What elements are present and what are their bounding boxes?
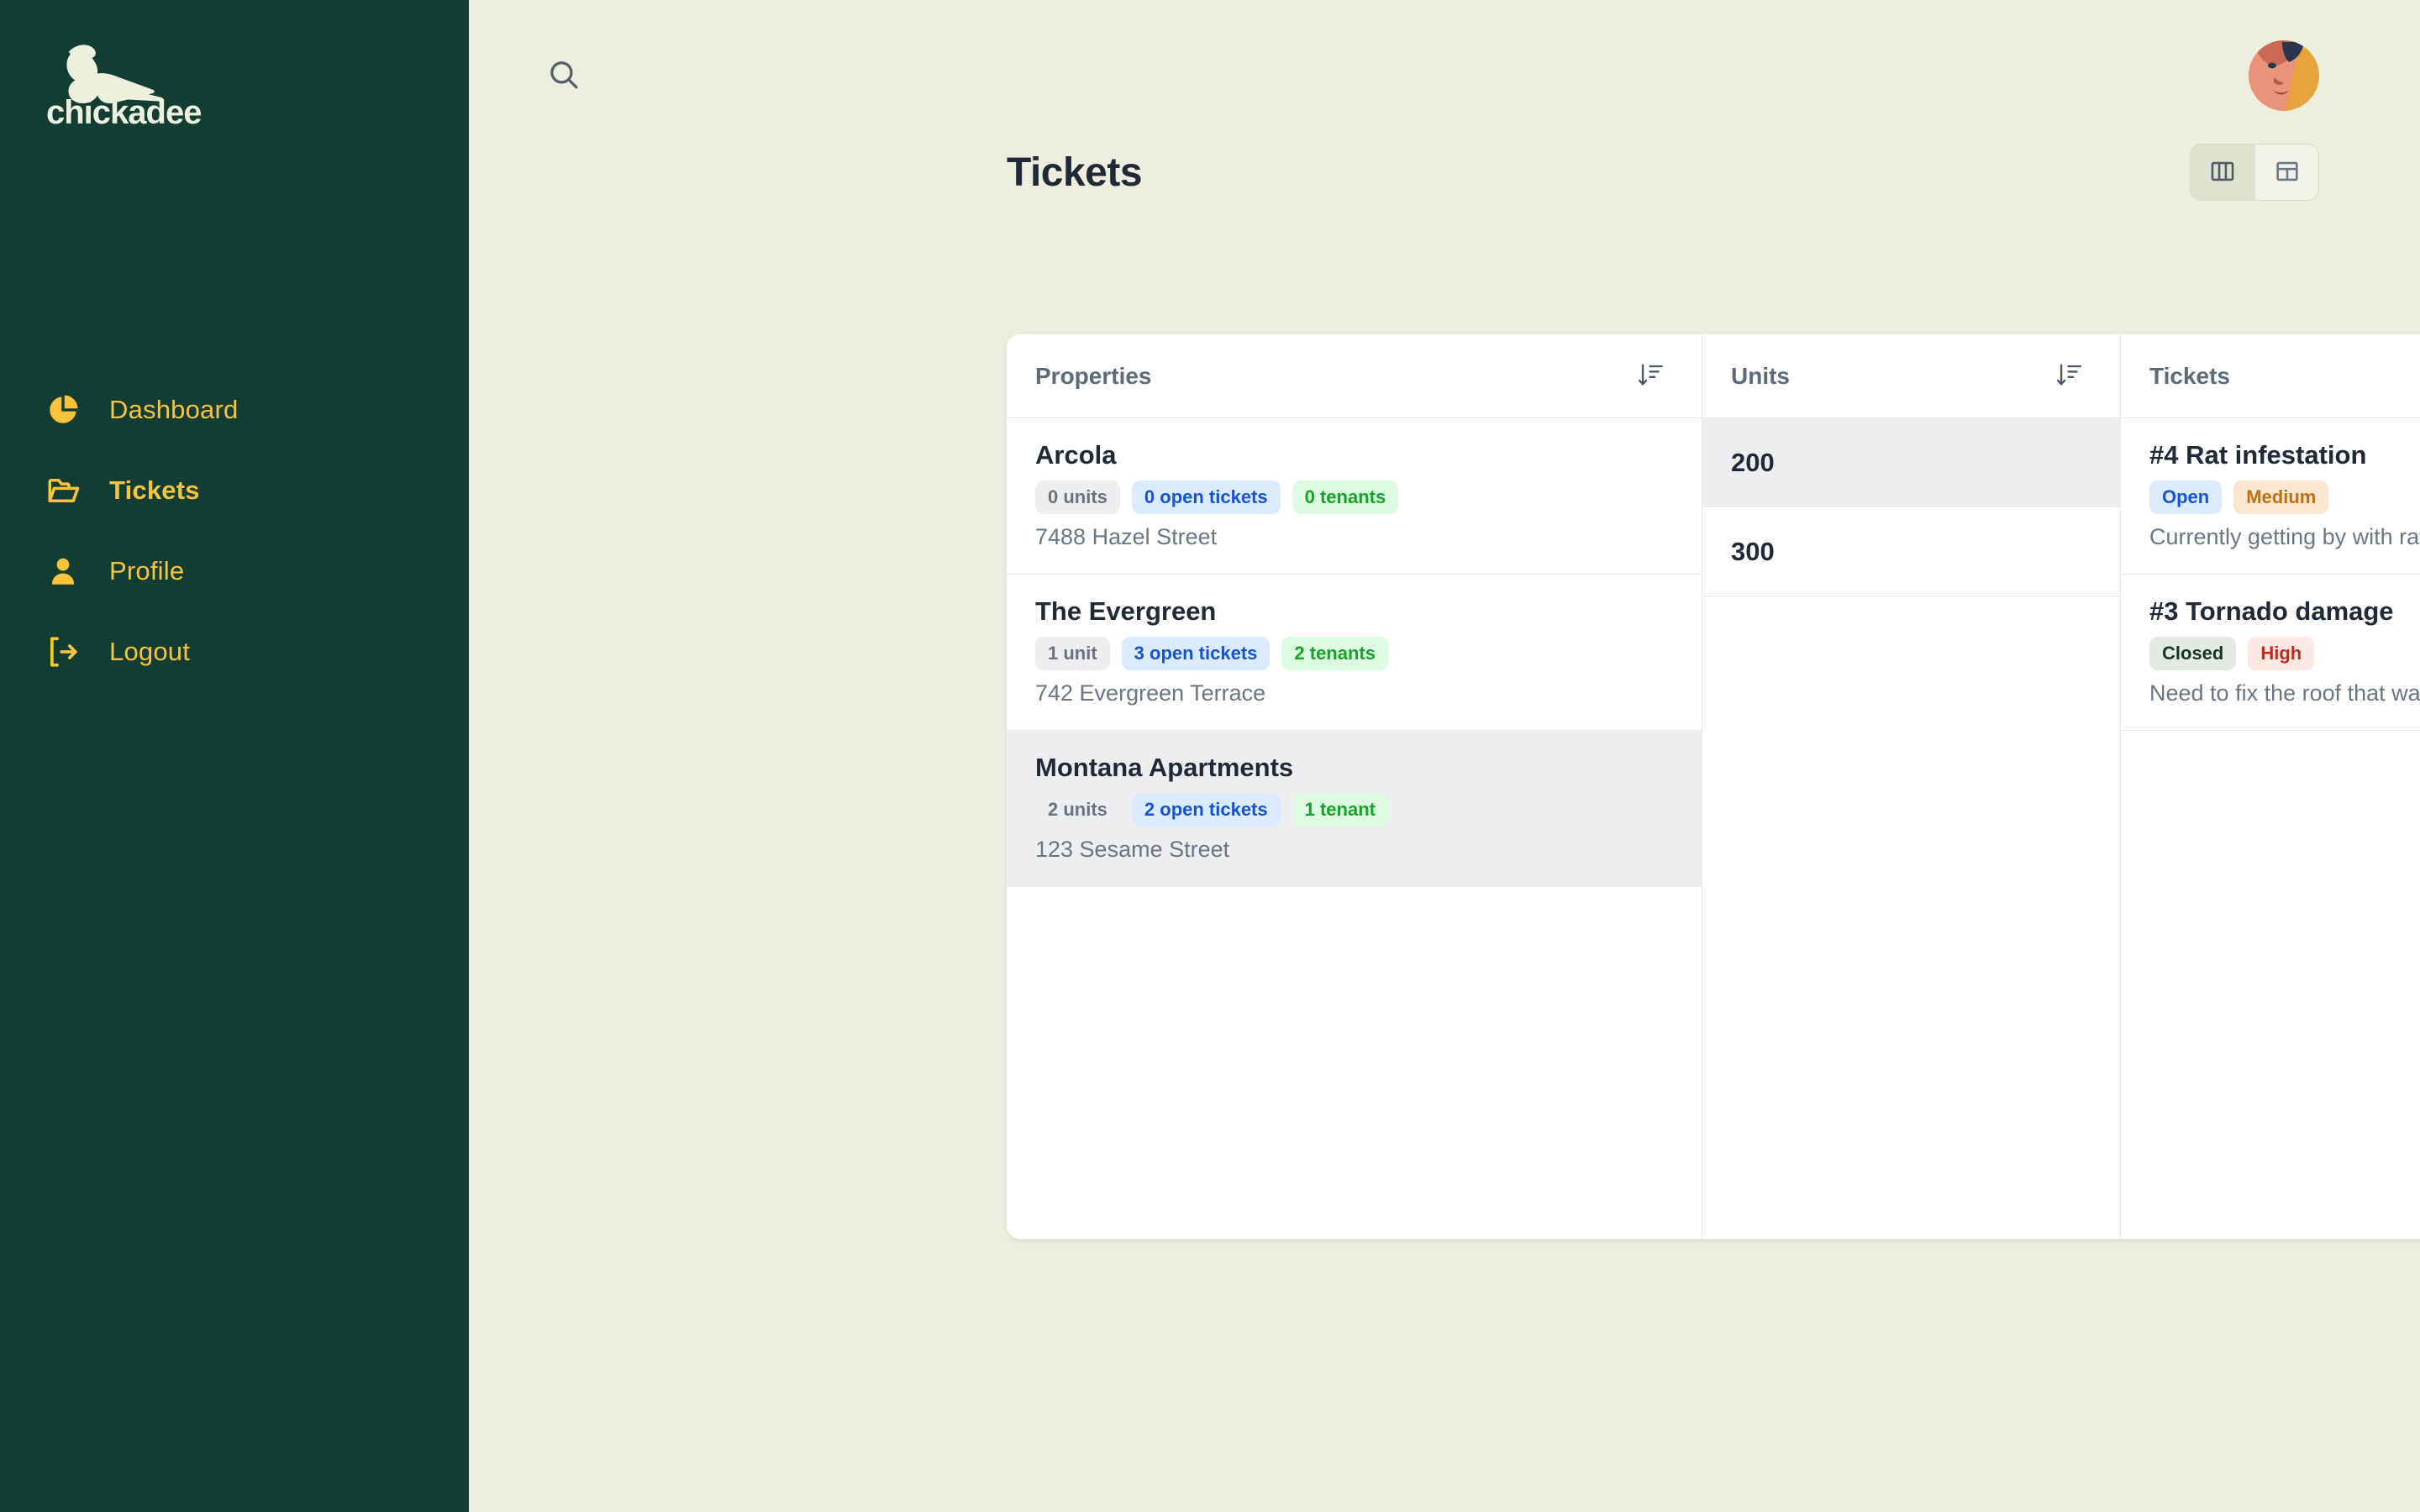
panel-units: Units 200 300	[1702, 334, 2121, 1239]
sidebar-item-profile[interactable]: Profile	[0, 531, 469, 612]
tenants-badge: 1 tenant	[1292, 793, 1388, 827]
priority-badge: Medium	[2233, 480, 2329, 514]
property-address: 7488 Hazel Street	[1035, 524, 1218, 549]
panel-header-properties: Properties	[1007, 334, 1702, 418]
sidebar-item-logout[interactable]: Logout	[0, 612, 469, 692]
property-badges: 0 units 0 open tickets 0 tenants	[1035, 480, 1673, 514]
sidebar-item-label: Dashboard	[109, 395, 239, 424]
sidebar-item-dashboard[interactable]: Dashboard	[0, 370, 469, 450]
sort-descending-icon	[1637, 360, 1665, 391]
property-address: 123 Sesame Street	[1035, 837, 1230, 862]
sort-properties-button[interactable]	[1629, 354, 1673, 398]
units-badge: 2 units	[1035, 793, 1120, 827]
columns-view-icon	[2208, 157, 2237, 188]
unit-row[interactable]: 200	[1702, 418, 2120, 507]
units-list: 200 300	[1702, 418, 2120, 1239]
sidebar-nav: Dashboard Tickets Profile Logout	[0, 370, 469, 692]
sort-units-button[interactable]	[2048, 354, 2091, 398]
property-badges: 1 unit 3 open tickets 2 tenants	[1035, 637, 1673, 670]
ticket-badges: Open Medium	[2149, 480, 2420, 514]
units-badge: 0 units	[1035, 480, 1120, 514]
columns-view-button[interactable]	[2191, 144, 2254, 200]
table-view-icon	[2273, 157, 2302, 188]
page-header: Tickets	[469, 126, 2420, 218]
sidebar-item-tickets[interactable]: Tickets	[0, 450, 469, 531]
ticket-title: #3 Tornado damage	[2149, 596, 2394, 626]
priority-badge: High	[2248, 637, 2315, 670]
property-row[interactable]: Montana Apartments 2 units 2 open ticket…	[1007, 731, 1702, 887]
panel-title-properties: Properties	[1035, 362, 1152, 389]
panel-header-units: Units	[1702, 334, 2120, 418]
property-address: 742 Evergreen Terrace	[1035, 680, 1266, 706]
svg-text:chickadee: chickadee	[46, 94, 201, 129]
person-icon	[44, 552, 82, 591]
panel-title-units: Units	[1731, 362, 1790, 389]
open-tickets-badge: 3 open tickets	[1121, 637, 1270, 670]
ticket-row[interactable]: #3 Tornado damage Oct 3, 1999 Closed Hig…	[2121, 575, 2420, 731]
page-title: Tickets	[1007, 150, 1143, 195]
sidebar-item-label: Profile	[109, 556, 185, 585]
panel-properties: Properties Arcola 0 units 0 open tickets…	[1007, 334, 1702, 1239]
property-row[interactable]: The Evergreen 1 unit 3 open tickets 2 te…	[1007, 575, 1702, 731]
pie-chart-icon	[44, 391, 82, 429]
open-tickets-badge: 0 open tickets	[1131, 480, 1281, 514]
sidebar-item-label: Tickets	[109, 475, 200, 505]
panel-tickets: Tickets #4 Rat infestation Open Medium C…	[2121, 334, 2420, 1239]
property-name: Arcola	[1035, 440, 1117, 470]
search-button[interactable]	[539, 51, 588, 100]
property-badges: 2 units 2 open tickets 1 tenant	[1035, 793, 1673, 827]
ticket-description: Currently getting by with rat traps	[2149, 524, 2420, 549]
folder-open-icon	[44, 471, 82, 510]
panel-title-tickets: Tickets	[2149, 362, 2230, 389]
ticket-title: #4 Rat infestation	[2149, 440, 2367, 470]
ticket-description: Need to fix the roof that was damaged by…	[2149, 680, 2420, 706]
open-tickets-badge: 2 open tickets	[1131, 793, 1281, 827]
status-badge: Open	[2149, 480, 2223, 514]
properties-list: Arcola 0 units 0 open tickets 0 tenants …	[1007, 418, 1702, 1239]
ticket-header: #4 Rat infestation Oct 3, 2019	[2149, 440, 2420, 470]
ticket-badges: Closed High	[2149, 637, 2420, 670]
avatar[interactable]	[2249, 40, 2319, 111]
main-content: Tickets Properties Arcola 0 units 0 open…	[469, 0, 2420, 1512]
units-badge: 1 unit	[1035, 637, 1110, 670]
view-toggle-group	[2190, 144, 2319, 201]
property-name: Montana Apartments	[1035, 753, 1294, 782]
chickadee-bird-logo[interactable]: chickadee	[42, 40, 223, 129]
table-view-button[interactable]	[2254, 144, 2318, 200]
property-row[interactable]: Arcola 0 units 0 open tickets 0 tenants …	[1007, 418, 1702, 575]
sidebar: chickadee Dashboard Tickets Profile Logo…	[0, 0, 469, 1512]
logout-icon	[44, 633, 82, 671]
tickets-list: #4 Rat infestation Oct 3, 2019 Open Medi…	[2121, 418, 2420, 1239]
tenants-badge: 2 tenants	[1281, 637, 1388, 670]
ticket-header: #3 Tornado damage Oct 3, 1999	[2149, 596, 2420, 627]
sidebar-item-label: Logout	[109, 637, 191, 666]
tenants-badge: 0 tenants	[1292, 480, 1399, 514]
sort-descending-icon	[2055, 360, 2084, 391]
app-root: chickadee Dashboard Tickets Profile Logo…	[0, 0, 2420, 1512]
board: Properties Arcola 0 units 0 open tickets…	[1007, 334, 2420, 1239]
panel-header-tickets: Tickets	[2121, 334, 2420, 418]
property-name: The Evergreen	[1035, 596, 1217, 626]
status-badge: Closed	[2149, 637, 2237, 670]
unit-row[interactable]: 300	[1702, 507, 2120, 596]
search-icon	[546, 57, 581, 95]
ticket-row[interactable]: #4 Rat infestation Oct 3, 2019 Open Medi…	[2121, 418, 2420, 575]
